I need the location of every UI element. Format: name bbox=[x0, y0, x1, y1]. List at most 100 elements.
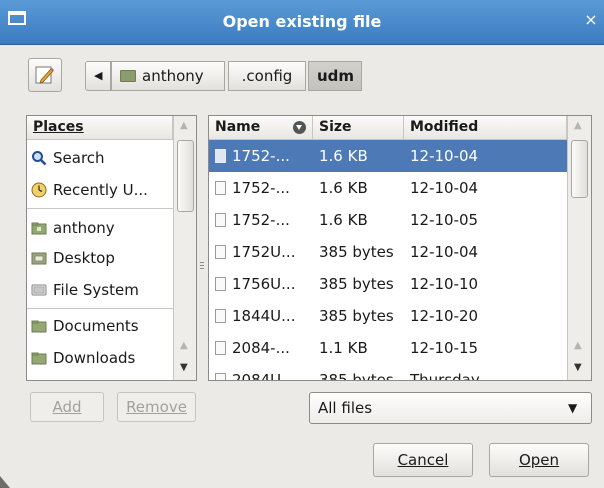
folder-icon bbox=[31, 352, 47, 365]
scroll-up-arrow-icon[interactable]: ▲ bbox=[574, 340, 582, 351]
file-size-cell: 385 bytes bbox=[319, 307, 394, 325]
add-bookmark-button[interactable]: Add bbox=[30, 392, 104, 422]
file-row[interactable]: 1752-... 1.6 KB 12-10-05 bbox=[209, 204, 567, 236]
desktop-icon bbox=[31, 252, 47, 265]
document-icon bbox=[215, 181, 226, 195]
places-header[interactable]: Places bbox=[27, 116, 173, 140]
places-item-label: Desktop bbox=[53, 249, 115, 267]
crumb-label: udm bbox=[317, 67, 355, 85]
scroll-up-arrow-icon[interactable]: ▲ bbox=[574, 120, 582, 131]
places-item-label: File System bbox=[53, 281, 139, 299]
crumb-label: anthony bbox=[142, 67, 204, 85]
file-size-cell: 1.6 KB bbox=[319, 179, 368, 197]
file-modified-cell: 12-10-04 bbox=[410, 147, 479, 165]
file-name-cell: 2084U... bbox=[209, 364, 311, 381]
places-divider bbox=[27, 308, 173, 309]
file-size-cell: 1.6 KB bbox=[319, 147, 368, 165]
places-item-filesystem[interactable]: File System bbox=[27, 274, 173, 306]
scroll-down-arrow-icon[interactable]: ▼ bbox=[574, 362, 582, 373]
document-icon bbox=[215, 373, 226, 380]
cancel-button[interactable]: Cancel bbox=[373, 443, 473, 477]
column-header-modified[interactable]: Modified bbox=[404, 116, 567, 140]
drive-icon bbox=[31, 284, 47, 296]
file-name: 2084-... bbox=[232, 339, 290, 357]
file-modified-cell: 12-10-10 bbox=[410, 275, 479, 293]
remove-bookmark-button[interactable]: Remove bbox=[117, 392, 196, 422]
crumb-udm[interactable]: udm bbox=[308, 61, 362, 91]
file-row[interactable]: 1844U... 385 bytes 12-10-20 bbox=[209, 300, 567, 332]
document-icon bbox=[215, 309, 226, 323]
file-modified-cell: 12-10-15 bbox=[410, 339, 479, 357]
search-icon bbox=[32, 151, 47, 166]
file-row[interactable]: 2084-... 1.1 KB 12-10-15 bbox=[209, 332, 567, 364]
file-name: 1756U... bbox=[232, 275, 296, 293]
places-divider bbox=[27, 208, 173, 209]
file-modified-cell: 12-10-04 bbox=[410, 179, 479, 197]
file-size-cell: 385 bytes bbox=[319, 275, 394, 293]
places-scroll-thumb[interactable] bbox=[177, 140, 194, 212]
places-item-downloads[interactable]: Downloads bbox=[27, 342, 173, 374]
file-name-cell: 1844U... bbox=[209, 300, 311, 332]
places-item-documents[interactable]: Documents bbox=[27, 310, 173, 342]
file-modified-cell: 12-10-05 bbox=[410, 211, 479, 229]
column-header-size[interactable]: Size bbox=[313, 116, 404, 140]
crumb-label: .config bbox=[241, 67, 293, 85]
file-row[interactable]: 2084U... 385 bytes Thursday bbox=[209, 364, 567, 381]
places-item-recent[interactable]: Recently U... bbox=[27, 174, 173, 206]
file-row[interactable]: 1752-... 1.6 KB 12-10-04 bbox=[209, 140, 567, 172]
file-row[interactable]: 1752-... 1.6 KB 12-10-04 bbox=[209, 172, 567, 204]
file-modified-cell: 12-10-04 bbox=[410, 243, 479, 261]
sort-descending-icon bbox=[293, 121, 306, 134]
document-icon bbox=[215, 341, 226, 355]
home-folder-icon bbox=[31, 222, 47, 235]
folder-icon bbox=[31, 320, 47, 333]
file-name: 1752-... bbox=[232, 211, 290, 229]
scroll-up-arrow-icon[interactable]: ▲ bbox=[180, 340, 188, 351]
left-arrow-icon: ◀ bbox=[94, 69, 103, 82]
open-button[interactable]: Open bbox=[489, 443, 589, 477]
resize-grip-icon[interactable] bbox=[0, 472, 12, 488]
file-size-cell: 385 bytes bbox=[319, 243, 394, 261]
crumb-config[interactable]: .config bbox=[228, 61, 306, 91]
file-size-cell: 385 bytes bbox=[319, 371, 394, 381]
pane-splitter-grip[interactable] bbox=[200, 262, 204, 276]
document-icon bbox=[215, 245, 226, 259]
window-title: Open existing file bbox=[222, 12, 382, 31]
places-item-search[interactable]: Search bbox=[27, 142, 173, 174]
file-name-cell: 1752-... bbox=[209, 140, 311, 172]
document-icon bbox=[215, 149, 226, 163]
scroll-down-arrow-icon[interactable]: ▼ bbox=[180, 362, 188, 373]
file-name-cell: 1752-... bbox=[209, 204, 311, 236]
file-row[interactable]: 1752U... 385 bytes 12-10-04 bbox=[209, 236, 567, 268]
recent-icon bbox=[31, 182, 47, 198]
dropdown-arrow-icon: ▼ bbox=[568, 401, 578, 415]
button-label: Add bbox=[52, 398, 82, 416]
files-scrollbar[interactable]: ▲ ▲ ▼ bbox=[567, 116, 591, 380]
button-label: Remove bbox=[126, 398, 187, 416]
button-label: Cancel bbox=[397, 451, 449, 469]
scroll-up-arrow-icon[interactable]: ▲ bbox=[180, 120, 188, 131]
crumb-anthony[interactable]: anthony bbox=[111, 61, 225, 91]
places-item-desktop[interactable]: Desktop bbox=[27, 242, 173, 274]
column-header-name[interactable]: Name bbox=[209, 116, 313, 140]
file-type-filter-select[interactable]: All files ▼ bbox=[309, 392, 592, 424]
places-item-label: Recently U... bbox=[53, 181, 148, 199]
files-scroll-thumb[interactable] bbox=[571, 140, 588, 198]
places-scrollbar[interactable]: ▲ ▲ ▼ bbox=[173, 116, 196, 380]
places-item-label: Search bbox=[53, 149, 105, 167]
file-name: 2084U... bbox=[232, 371, 296, 381]
file-row[interactable]: 1756U... 385 bytes 12-10-10 bbox=[209, 268, 567, 300]
close-icon[interactable]: × bbox=[583, 12, 599, 28]
title-bar[interactable]: Open existing file × bbox=[0, 0, 604, 45]
file-name-cell: 1752U... bbox=[209, 236, 311, 268]
places-item-anthony[interactable]: anthony bbox=[27, 212, 173, 244]
document-icon bbox=[215, 277, 226, 291]
home-folder-icon bbox=[120, 70, 136, 82]
file-name: 1752U... bbox=[232, 243, 296, 261]
file-name: 1752-... bbox=[232, 147, 290, 165]
file-list: Name Size Modified 1752-... 1.6 KB 12-10-0… bbox=[208, 115, 592, 381]
type-location-button[interactable] bbox=[28, 58, 62, 92]
file-modified-cell: 12-10-20 bbox=[410, 307, 479, 325]
path-back-button[interactable]: ◀ bbox=[85, 61, 111, 91]
pencil-icon bbox=[35, 66, 54, 84]
